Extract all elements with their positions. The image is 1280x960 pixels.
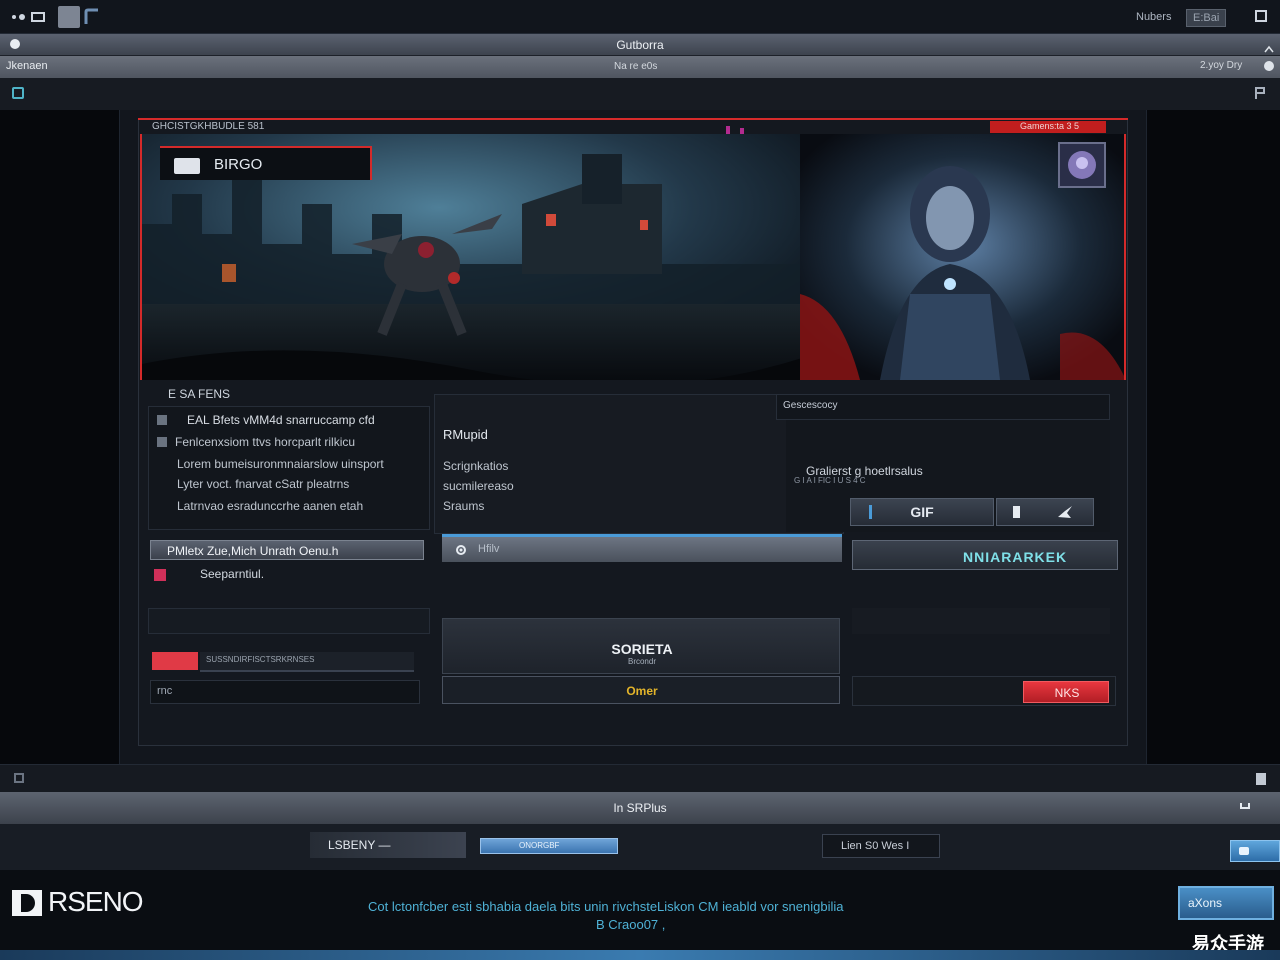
red-action-label: NKS	[1054, 686, 1080, 700]
right-empty-slot	[852, 608, 1110, 634]
mode-select[interactable]: Omer	[442, 676, 840, 704]
channel-select[interactable]: LSBENY —	[310, 832, 466, 858]
refresh-icon[interactable]	[1264, 61, 1274, 71]
bottom-bar-title: In SRPlus	[613, 801, 667, 815]
user-label[interactable]: Nubers	[1136, 11, 1171, 23]
list-item: Latrnvao esradunccrhe aanen etah	[177, 499, 364, 513]
avatar[interactable]	[1058, 142, 1106, 188]
primary-action-sublabel: Brcondr	[627, 657, 656, 666]
twitter-icon	[1057, 505, 1073, 522]
bottom-bar: In SRPlus	[0, 792, 1280, 824]
address-text[interactable]: Na re e0s	[614, 61, 657, 72]
progress-caption: SUSSNDIRFISCTSRKRNSES	[206, 655, 315, 664]
wide-action-label: NNIARARKEK	[963, 549, 1068, 565]
red-action-button[interactable]: NKS	[1023, 681, 1109, 703]
footer-accent-line	[0, 950, 1280, 960]
list-item: Lyter voct. fnarvat cSatr pleatrns	[177, 477, 350, 491]
gif-button-label: GIF	[910, 504, 934, 520]
doc-icon	[1013, 506, 1020, 518]
details-line: Scrignkatios	[443, 459, 509, 473]
right-panel-label: Gescescocy	[783, 400, 838, 411]
toggle-knob	[1239, 847, 1249, 855]
list-item: EAL Bfets vMM4d snarruccamp cfd	[187, 413, 375, 427]
footer-message-line2: B Craoo07 ,	[596, 917, 666, 932]
command-input-value: rnc	[157, 685, 173, 697]
panel-toggle-icon[interactable]	[12, 87, 24, 99]
empty-slot	[148, 608, 430, 634]
record-icon[interactable]	[154, 569, 166, 581]
status-bar	[0, 764, 1280, 792]
toggle-switch[interactable]	[1230, 840, 1280, 862]
controls-bar: LSBENY — ONORGBF Lien S0 Wes I	[0, 824, 1280, 870]
gear-icon[interactable]	[454, 543, 468, 562]
hero-label-box: BIRGO	[160, 146, 372, 180]
primary-action-button[interactable]: SORIETA Brcondr	[442, 618, 840, 674]
window-icon[interactable]	[1255, 10, 1267, 22]
right-panel-subcaption: G I A I FIC I U S 4 C	[794, 476, 866, 485]
share-button[interactable]	[996, 498, 1094, 526]
logo-text: RSENO	[48, 886, 144, 917]
bar-icon	[869, 505, 872, 519]
address-status: 2.yoy Dry	[1200, 60, 1243, 71]
address-bar: Jkenaen Na re e0s 2.yoy Dry	[0, 56, 1280, 78]
right-gutter	[1146, 110, 1280, 764]
minus-icon[interactable]	[174, 158, 200, 174]
bookmark-icon[interactable]	[84, 8, 100, 31]
highlight-bar-label: PMletx Zue,Mich Unrath Oenu.h	[167, 544, 339, 558]
hero-label: BIRGO	[214, 156, 263, 173]
account-button[interactable]: E:Bai	[1186, 9, 1227, 27]
frame-badge[interactable]: Gamens:ta 3 5	[990, 121, 1106, 133]
left-panel-heading: E SA FENS	[168, 387, 231, 401]
title-bar: Gutborra	[0, 34, 1280, 56]
logo-mark	[12, 890, 42, 916]
footer-message: Cot lctonfcber esti sbhabia daela bits u…	[368, 899, 844, 914]
frame-header-text: GHCISTGKHBUDLE 581	[152, 121, 265, 132]
actions-button[interactable]: aXons	[1178, 886, 1274, 920]
separator-link[interactable]: Seeparntiul.	[200, 567, 264, 581]
list-item: Lorem bumeisuronmnaiarslow uinsport	[177, 457, 384, 471]
actions-button-label: aXons	[1188, 896, 1223, 910]
details-heading: RMupid	[443, 427, 488, 442]
location-label[interactable]: Jkenaen	[6, 60, 48, 72]
footer: RSENO Cot lctonfcber esti sbhabia daela …	[0, 870, 1280, 954]
wide-action-button[interactable]: NNIARARKEK	[852, 540, 1118, 570]
frame-accent-line	[138, 118, 1128, 120]
gif-button[interactable]: GIF	[850, 498, 994, 526]
timer-display: Lien S0 Wes I	[822, 834, 940, 858]
details-line: sucmilereaso	[443, 479, 514, 493]
list-item: Fenlcenxsiom ttvs horcparlt rilkicu	[175, 435, 356, 449]
app-icon[interactable]	[58, 6, 80, 28]
top-bar: Nubers E:Bai	[0, 0, 1280, 34]
search-field[interactable]: Hfilv	[442, 534, 842, 562]
list-bullet-icon	[157, 415, 167, 425]
lock-icon[interactable]	[1256, 773, 1266, 785]
timer-value: Lien S0 Wes I	[841, 840, 910, 852]
channel-select-label: LSBENY —	[328, 838, 391, 852]
square-icon[interactable]	[14, 773, 24, 783]
load-progress-label: ONORGBF	[519, 841, 560, 850]
flag-icon[interactable]	[1254, 86, 1266, 105]
progress-track: SUSSNDIRFISCTSRKRNSES	[200, 652, 414, 672]
list-bullet-icon	[157, 437, 167, 447]
right-panel-header: Gescescocy	[776, 394, 1110, 420]
collapse-icon[interactable]	[1240, 803, 1250, 809]
search-placeholder: Hfilv	[478, 543, 500, 555]
highlight-bar[interactable]: PMletx Zue,Mich Unrath Oenu.h	[150, 540, 424, 560]
menu-icon[interactable]	[10, 10, 54, 29]
left-gutter	[0, 110, 120, 764]
details-line: Sraums	[443, 499, 485, 513]
info-list: EAL Bfets vMM4d snarruccamp cfd Fenlcenx…	[148, 406, 430, 530]
primary-action-label: SORIETA	[611, 641, 673, 657]
progress-fill	[152, 652, 198, 670]
mode-select-value: Omer	[626, 684, 658, 698]
load-progress-bar[interactable]: ONORGBF	[480, 838, 618, 854]
toolbar	[0, 78, 1280, 110]
command-input[interactable]: rnc	[150, 680, 420, 704]
window-title: Gutborra	[616, 38, 664, 52]
right-action-row: NKS	[852, 676, 1116, 706]
